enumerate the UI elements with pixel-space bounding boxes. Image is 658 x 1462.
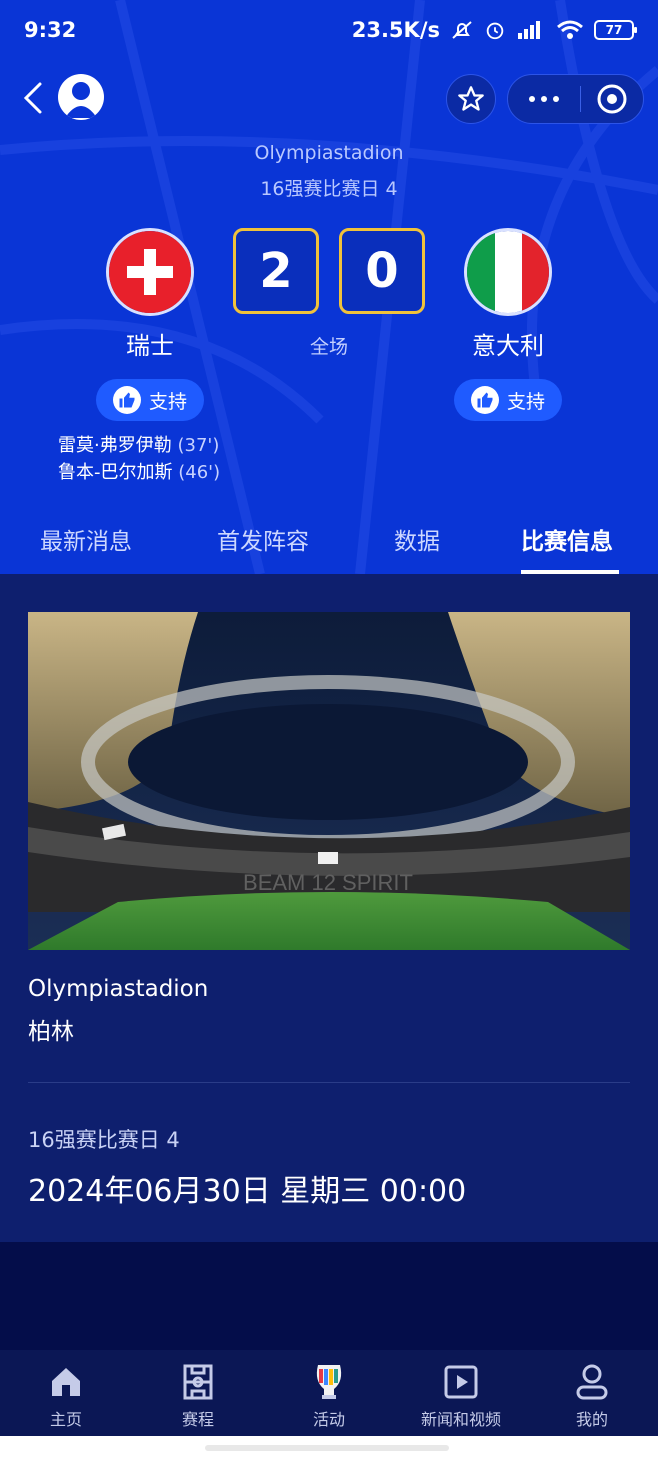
tab-latest-news[interactable]: 最新消息 (40, 522, 132, 556)
scorer-name: 雷莫·弗罗伊勒 (58, 435, 172, 456)
close-miniapp-button[interactable] (581, 83, 643, 115)
nav-events-label: 活动 (312, 1410, 345, 1429)
goal-scorers: 雷莫·弗罗伊勒 (37') 鲁本-巴尔加斯 (46') (58, 432, 220, 486)
match-datetime: 2024年06月30日 星期三 00:00 (28, 1174, 467, 1209)
avatar[interactable] (58, 74, 104, 120)
target-icon (597, 84, 627, 114)
scorer-name: 鲁本-巴尔加斯 (58, 462, 173, 483)
signal-icon (516, 19, 546, 41)
nav-news-video-label: 新闻和视频 (420, 1410, 501, 1429)
star-icon (458, 86, 484, 111)
scorer-row: 鲁本-巴尔加斯 (46') (58, 459, 220, 486)
home-team-name: 瑞士 (126, 332, 174, 360)
nav-schedule-label: 赛程 (181, 1410, 214, 1429)
user-icon (65, 82, 97, 118)
wifi-icon (556, 19, 584, 41)
nav-profile[interactable]: 我的 (527, 1362, 657, 1430)
tab-stats[interactable]: 数据 (394, 522, 440, 556)
nav-bar (0, 72, 658, 124)
away-support-label: 支持 (506, 390, 545, 413)
venue-name: Olympiastadion (28, 976, 209, 1002)
thumbs-up-icon (112, 386, 141, 414)
nav-home-label: 主页 (49, 1410, 82, 1429)
match-header: 9:32 23.5K/s 77 Olympiastadion 16强赛比赛日 4… (0, 0, 658, 574)
nav-schedule[interactable]: 赛程 (133, 1362, 263, 1430)
away-support-button[interactable]: 支持 (454, 379, 562, 421)
away-team-name: 意大利 (472, 332, 544, 360)
miniapp-capsule (507, 74, 644, 124)
italy-flag-icon (464, 228, 552, 316)
mute-bell-icon (450, 18, 474, 42)
divider (28, 1082, 630, 1083)
home-icon (1, 1362, 131, 1402)
battery-indicator: 77 (594, 20, 637, 40)
more-button[interactable] (508, 96, 580, 102)
venue-title: Olympiastadion (254, 142, 404, 164)
scorer-minute: (46') (178, 462, 221, 483)
alarm-icon (484, 19, 506, 41)
status-bar: 9:32 23.5K/s 77 (0, 0, 658, 60)
home-score: 2 (233, 228, 319, 314)
stadium-image: BEAM 12 SPIRIT (28, 612, 630, 950)
away-score: 0 (339, 228, 425, 314)
tab-lineups[interactable]: 首发阵容 (217, 522, 309, 556)
nav-home[interactable]: 主页 (1, 1362, 131, 1430)
venue-city: 柏林 (28, 1019, 74, 1045)
status-time: 9:32 (24, 18, 77, 42)
scorer-minute: (37') (177, 435, 220, 456)
away-team: 意大利 支持 (433, 228, 583, 421)
nav-events[interactable]: 活动 (264, 1362, 394, 1430)
schedule-icon (133, 1362, 263, 1402)
home-support-button[interactable]: 支持 (96, 379, 204, 421)
back-button[interactable] (20, 80, 48, 116)
match-status: 全场 (309, 336, 348, 358)
net-speed: 23.5K/s (351, 18, 440, 42)
video-icon (396, 1362, 526, 1402)
round-title: 16强赛比赛日 4 (260, 178, 398, 200)
nav-news-video[interactable]: 新闻和视频 (396, 1362, 526, 1430)
match-round: 16强赛比赛日 4 (28, 1128, 180, 1152)
home-team: 瑞士 支持 (75, 228, 225, 421)
favorite-button[interactable] (446, 74, 496, 124)
scorer-row: 雷莫·弗罗伊勒 (37') (58, 432, 220, 459)
home-support-label: 支持 (148, 390, 187, 413)
tab-match-info[interactable]: 比赛信息 (521, 522, 613, 556)
chevron-left-icon (23, 82, 42, 114)
match-tabs: 最新消息 首发阵容 数据 比赛信息 (0, 516, 658, 574)
thumbs-up-icon (470, 386, 499, 414)
bottom-navigation: 主页 赛程 活动 新闻和视频 我的 (0, 1350, 658, 1436)
switzerland-flag-icon (106, 228, 194, 316)
nav-profile-label: 我的 (575, 1410, 608, 1429)
profile-icon (527, 1362, 657, 1402)
home-indicator[interactable] (205, 1445, 449, 1451)
match-info-panel: BEAM 12 SPIRIT Olympiastadion 柏林 16强赛比赛日… (0, 574, 658, 1242)
euro-trophy-icon (264, 1362, 394, 1402)
svg-text:BEAM 12 SPIRIT: BEAM 12 SPIRIT (243, 870, 413, 895)
